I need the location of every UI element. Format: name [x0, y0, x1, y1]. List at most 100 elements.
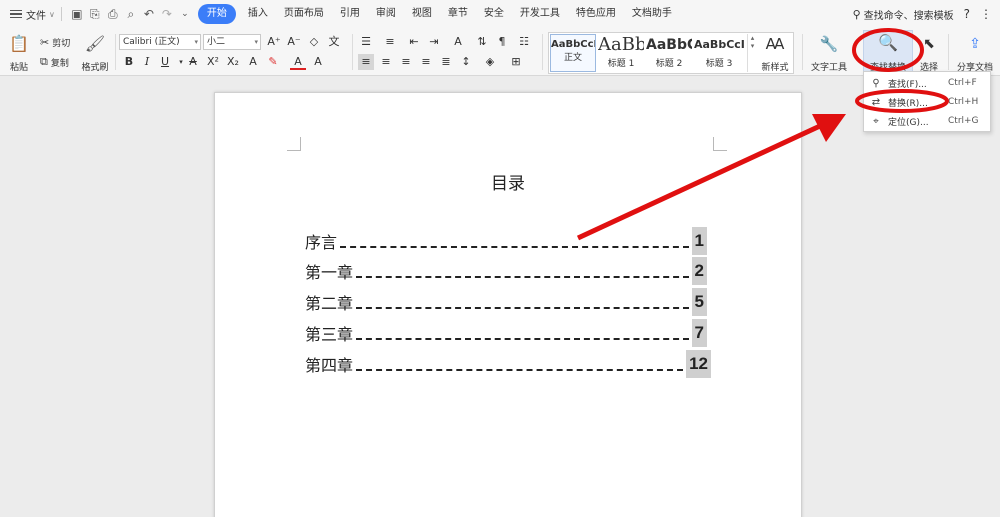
menu-item-replace[interactable]: ⇄ 替换(R)... Ctrl+H [864, 93, 990, 111]
cut-button[interactable]: ✂ 剪切 [40, 34, 70, 50]
font-size-select[interactable]: 小二 ▾ [203, 34, 261, 50]
font-name-select[interactable]: Calibri (正文) ▾ [119, 34, 201, 50]
help-icon[interactable]: ? [964, 7, 970, 21]
sort-icon[interactable]: ⇅ [474, 34, 490, 50]
menu-item-label: 替换(R)... [888, 98, 928, 109]
bullet-list-icon[interactable]: ☰ [358, 34, 374, 50]
document-title: 目录 [491, 174, 525, 194]
style-heading-3[interactable]: AaBbCcI 标题 3 [694, 34, 744, 72]
menu-item-find[interactable]: ⚲ 查找(F)... Ctrl+F [864, 74, 990, 92]
tab-review[interactable]: 审阅 [368, 4, 404, 24]
toc-entry[interactable]: 第二章 5 [305, 288, 707, 316]
more-icon[interactable]: ⋮ [980, 7, 992, 21]
highlight-icon[interactable]: ✎ [265, 54, 281, 70]
toc-page-number: 7 [691, 319, 707, 347]
style-sample: AaBb [598, 34, 644, 55]
toc-entry-label: 第四章 [305, 356, 354, 375]
copy-label: 复制 [50, 58, 69, 69]
print-preview-icon[interactable]: ⌕ [122, 5, 140, 23]
format-painter-button[interactable]: 🖌 格式刷 [80, 34, 110, 73]
tab-developer[interactable]: 开发工具 [512, 4, 568, 24]
tab-security[interactable]: 安全 [476, 4, 512, 24]
style-sample: AaBbCcDd [551, 39, 595, 50]
style-heading-1[interactable]: AaBb 标题 1 [598, 34, 644, 72]
chevron-down-icon: ▾ [194, 38, 198, 46]
new-style-button[interactable]: Ꜳ 新样式 [757, 34, 793, 73]
search-commands-button[interactable]: ⚲ 查找命令、搜索模板 [853, 7, 954, 22]
toc-entry-label: 序言 [305, 233, 338, 252]
borders-icon[interactable]: ⊞ [508, 54, 524, 70]
new-style-label: 新样式 [761, 63, 789, 73]
document-page[interactable]: 目录 序言 1 第一章 2 第二章 5 第三章 7 第四章 12 [214, 92, 802, 517]
char-border-icon[interactable]: A [310, 54, 326, 70]
copy-button[interactable]: ⧉ 复制 [40, 54, 69, 70]
toc-leader [356, 295, 689, 309]
align-right-icon[interactable]: ≡ [398, 54, 414, 70]
clear-format-icon[interactable]: ◇ [306, 34, 322, 50]
divider [542, 34, 543, 70]
replace-icon: ⇄ [871, 96, 881, 108]
align-left-icon[interactable]: ≡ [358, 54, 374, 70]
strikethrough-icon[interactable]: A [185, 54, 201, 70]
tab-special-apps[interactable]: 特色应用 [568, 4, 624, 24]
line-spacing-icon[interactable]: ↕ [458, 54, 474, 70]
tab-doc-assistant[interactable]: 文档助手 [624, 4, 680, 24]
divider [60, 7, 62, 21]
subscript-icon[interactable]: X₂ [225, 54, 241, 70]
customize-chevron-icon[interactable]: ⌄ [176, 5, 194, 23]
undo-icon[interactable]: ↶ [140, 5, 158, 23]
underline-icon[interactable]: U [157, 54, 173, 70]
toc-entry[interactable]: 第一章 2 [305, 257, 707, 285]
style-gallery-scroll[interactable]: ▴ ▾ [747, 34, 757, 72]
toc-page-number: 5 [691, 288, 707, 316]
find-replace-button[interactable]: 🔍 查找替换 [863, 32, 913, 73]
toc-entry[interactable]: 第三章 7 [305, 319, 707, 347]
shading-icon[interactable]: ◈ [482, 54, 498, 70]
tab-page-layout[interactable]: 页面布局 [276, 4, 332, 24]
increase-font-icon[interactable]: A⁺ [266, 34, 282, 50]
distributed-icon[interactable]: ≣ [438, 54, 454, 70]
justify-icon[interactable]: ≡ [418, 54, 434, 70]
paragraph-settings-icon[interactable]: ☷ [516, 34, 532, 50]
paintbrush-icon: 🖌 [84, 34, 106, 53]
align-center-icon[interactable]: ≡ [378, 54, 394, 70]
menu-item-goto[interactable]: ⌖ 定位(G)... Ctrl+G [864, 112, 990, 130]
tab-insert[interactable]: 插入 [240, 4, 276, 24]
share-document-button[interactable]: ⇪ 分享文档 [952, 34, 998, 73]
file-menu[interactable]: 文件 ∨ [0, 4, 55, 24]
search-icon: ⚲ [852, 7, 861, 21]
toc-entry[interactable]: 第四章 12 [305, 350, 711, 378]
style-heading-2[interactable]: AaBbC 标题 2 [646, 34, 692, 72]
chinese-layout-icon[interactable]: A [450, 34, 466, 50]
bold-icon[interactable]: B [121, 54, 137, 70]
paste-button[interactable]: 📋 粘贴 [8, 34, 30, 74]
menu-item-label: 查找(F)... [888, 79, 927, 90]
pinyin-icon[interactable]: 文 [326, 34, 342, 50]
show-marks-icon[interactable]: ¶ [494, 34, 510, 50]
tab-section[interactable]: 章节 [440, 4, 476, 24]
font-color-icon[interactable]: A [290, 54, 306, 70]
export-pdf-icon[interactable]: ⎘ [86, 5, 104, 23]
select-button[interactable]: ⬉ 选择 [914, 34, 944, 73]
style-normal[interactable]: AaBbCcDd 正文 [550, 34, 596, 72]
cursor-icon: ⬉ [923, 36, 935, 52]
tab-view[interactable]: 视图 [404, 4, 440, 24]
numbered-list-icon[interactable]: ≡ [382, 34, 398, 50]
redo-icon[interactable]: ↷ [158, 5, 176, 23]
decrease-font-icon[interactable]: A⁻ [286, 34, 302, 50]
increase-indent-icon[interactable]: ⇥ [426, 34, 442, 50]
tab-references[interactable]: 引用 [332, 4, 368, 24]
save-icon[interactable]: ▣ [68, 5, 86, 23]
decrease-indent-icon[interactable]: ⇤ [406, 34, 422, 50]
text-effect-icon[interactable]: A [245, 54, 261, 70]
superscript-icon[interactable]: X² [205, 54, 221, 70]
italic-icon[interactable]: I [139, 54, 155, 70]
search-icon: ⚲ [872, 77, 880, 89]
tab-home[interactable]: 开始 [197, 4, 236, 24]
toc-entry[interactable]: 序言 1 [305, 227, 707, 255]
print-icon[interactable]: ⎙ [104, 5, 122, 23]
text-tools-button[interactable]: 🔧 文字工具 [806, 34, 852, 73]
menu-bar: 文件 ∨ ▣ ⎘ ⎙ ⌕ ↶ ↷ ⌄ 开始 插入 页面布局 引用 审阅 视图 章… [0, 0, 1000, 28]
font-size-value: 小二 [207, 37, 226, 47]
search-commands-label: 查找命令、搜索模板 [863, 10, 954, 22]
